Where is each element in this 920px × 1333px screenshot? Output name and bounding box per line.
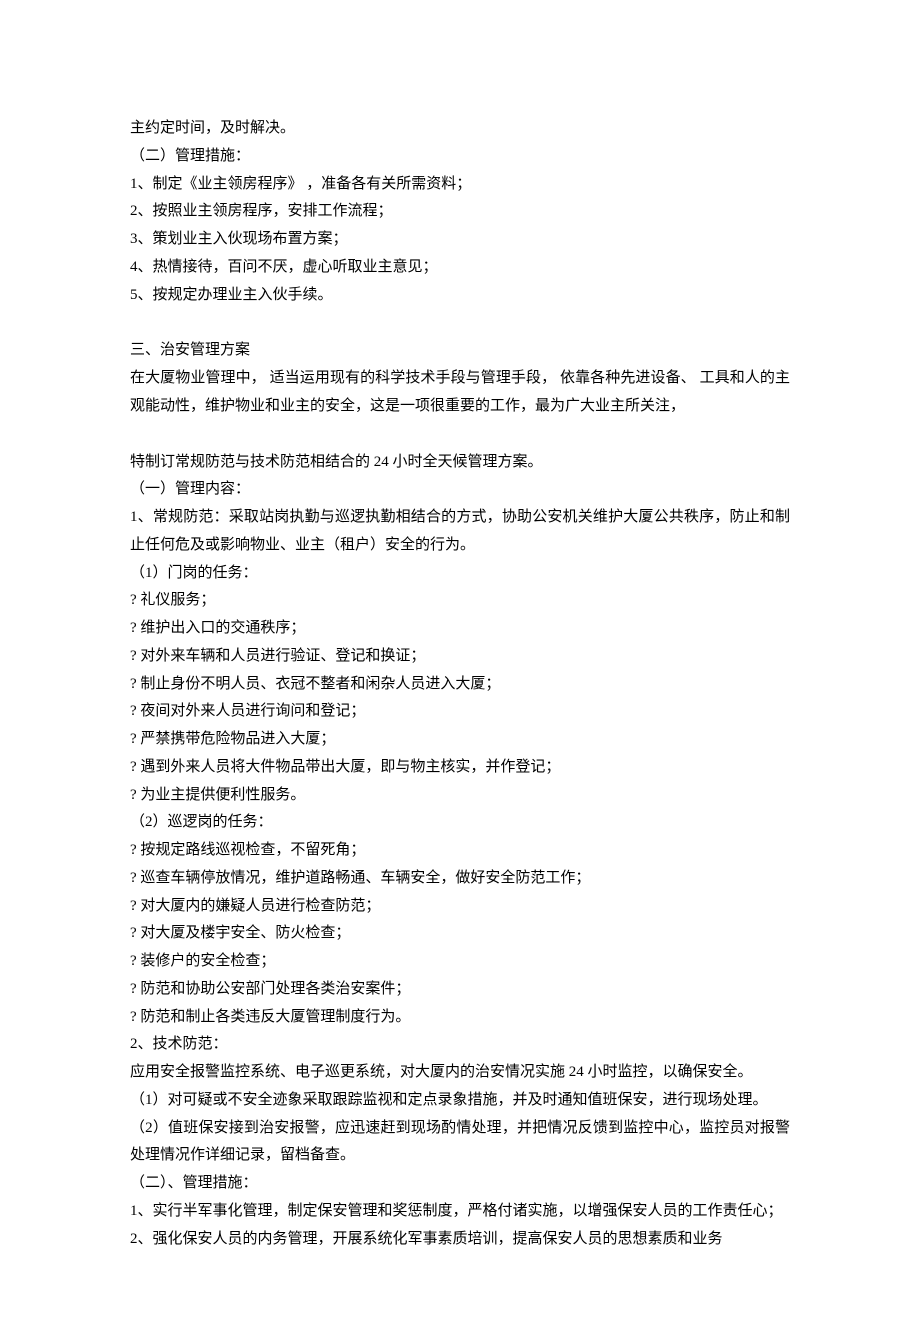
document-line: ? 对大厦内的嫌疑人员进行检查防范； [130,893,790,921]
document-line: ? 礼仪服务； [130,587,790,615]
document-line: （1）对可疑或不安全迹象采取跟踪监视和定点录象措施，并及时通知值班保安，进行现场… [130,1087,790,1115]
document-line: ? 严禁携带危险物品进入大厦； [130,726,790,754]
document-line: （二）、管理措施： [130,1170,790,1198]
document-line: ? 防范和制止各类违反大厦管理制度行为。 [130,1004,790,1032]
document-line: （2）巡逻岗的任务： [130,809,790,837]
document-line: （1）门岗的任务： [130,560,790,588]
document-line: 1、制定《业主领房程序》 ，准备各有关所需资料； [130,171,790,199]
document-line: 三、治安管理方案 [130,337,790,365]
document-line: 5、按规定办理业主入伙手续。 [130,282,790,310]
document-line: 2、按照业主领房程序，安排工作流程； [130,198,790,226]
document-line: 2、强化保安人员的内务管理，开展系统化军事素质培训，提高保安人员的思想素质和业务 [130,1226,790,1254]
document-line: ? 维护出入口的交通秩序； [130,615,790,643]
document-line: （2）值班保安接到治安报警，应迅速赶到现场酌情处理，并把情况反馈到监控中心，监控… [130,1115,790,1171]
document-line: ? 装修户的安全检查； [130,948,790,976]
document-line: ? 防范和协助公安部门处理各类治安案件； [130,976,790,1004]
document-line: ? 按规定路线巡视检查，不留死角； [130,837,790,865]
document-line: ? 对外来车辆和人员进行验证、登记和换证； [130,643,790,671]
document-line: ? 遇到外来人员将大件物品带出大厦，即与物主核实，并作登记； [130,754,790,782]
document-line: （一）管理内容： [130,476,790,504]
blank-line [130,309,790,337]
blank-line [130,421,790,449]
document-line: 特制订常规防范与技术防范相结合的 24 小时全天候管理方案。 [130,449,790,477]
document-line: 在大厦物业管理中， 适当运用现有的科学技术手段与管理手段， 依靠各种先进设备、 … [130,365,790,421]
document-line: 1、实行半军事化管理，制定保安管理和奖惩制度，严格付诸实施，以增强保安人员的工作… [130,1198,790,1226]
document-line: 2、技术防范： [130,1031,790,1059]
document-line: ? 巡查车辆停放情况，维护道路畅通、车辆安全，做好安全防范工作； [130,865,790,893]
document-line: 应用安全报警监控系统、电子巡更系统，对大厦内的治安情况实施 24 小时监控，以确… [130,1059,790,1087]
document-line: ? 对大厦及楼宇安全、防火检查； [130,920,790,948]
document-line: 3、策划业主入伙现场布置方案； [130,226,790,254]
document-line: ? 制止身份不明人员、衣冠不整者和闲杂人员进入大厦； [130,671,790,699]
document-line: 1、常规防范：采取站岗执勤与巡逻执勤相结合的方式，协助公安机关维护大厦公共秩序，… [130,504,790,560]
document-line: 主约定时间，及时解决。 [130,115,790,143]
document-line: 4、热情接待，百问不厌，虚心听取业主意见； [130,254,790,282]
document-line: ? 夜间对外来人员进行询问和登记； [130,698,790,726]
document-line: （二）管理措施： [130,143,790,171]
document-line: ? 为业主提供便利性服务。 [130,782,790,810]
